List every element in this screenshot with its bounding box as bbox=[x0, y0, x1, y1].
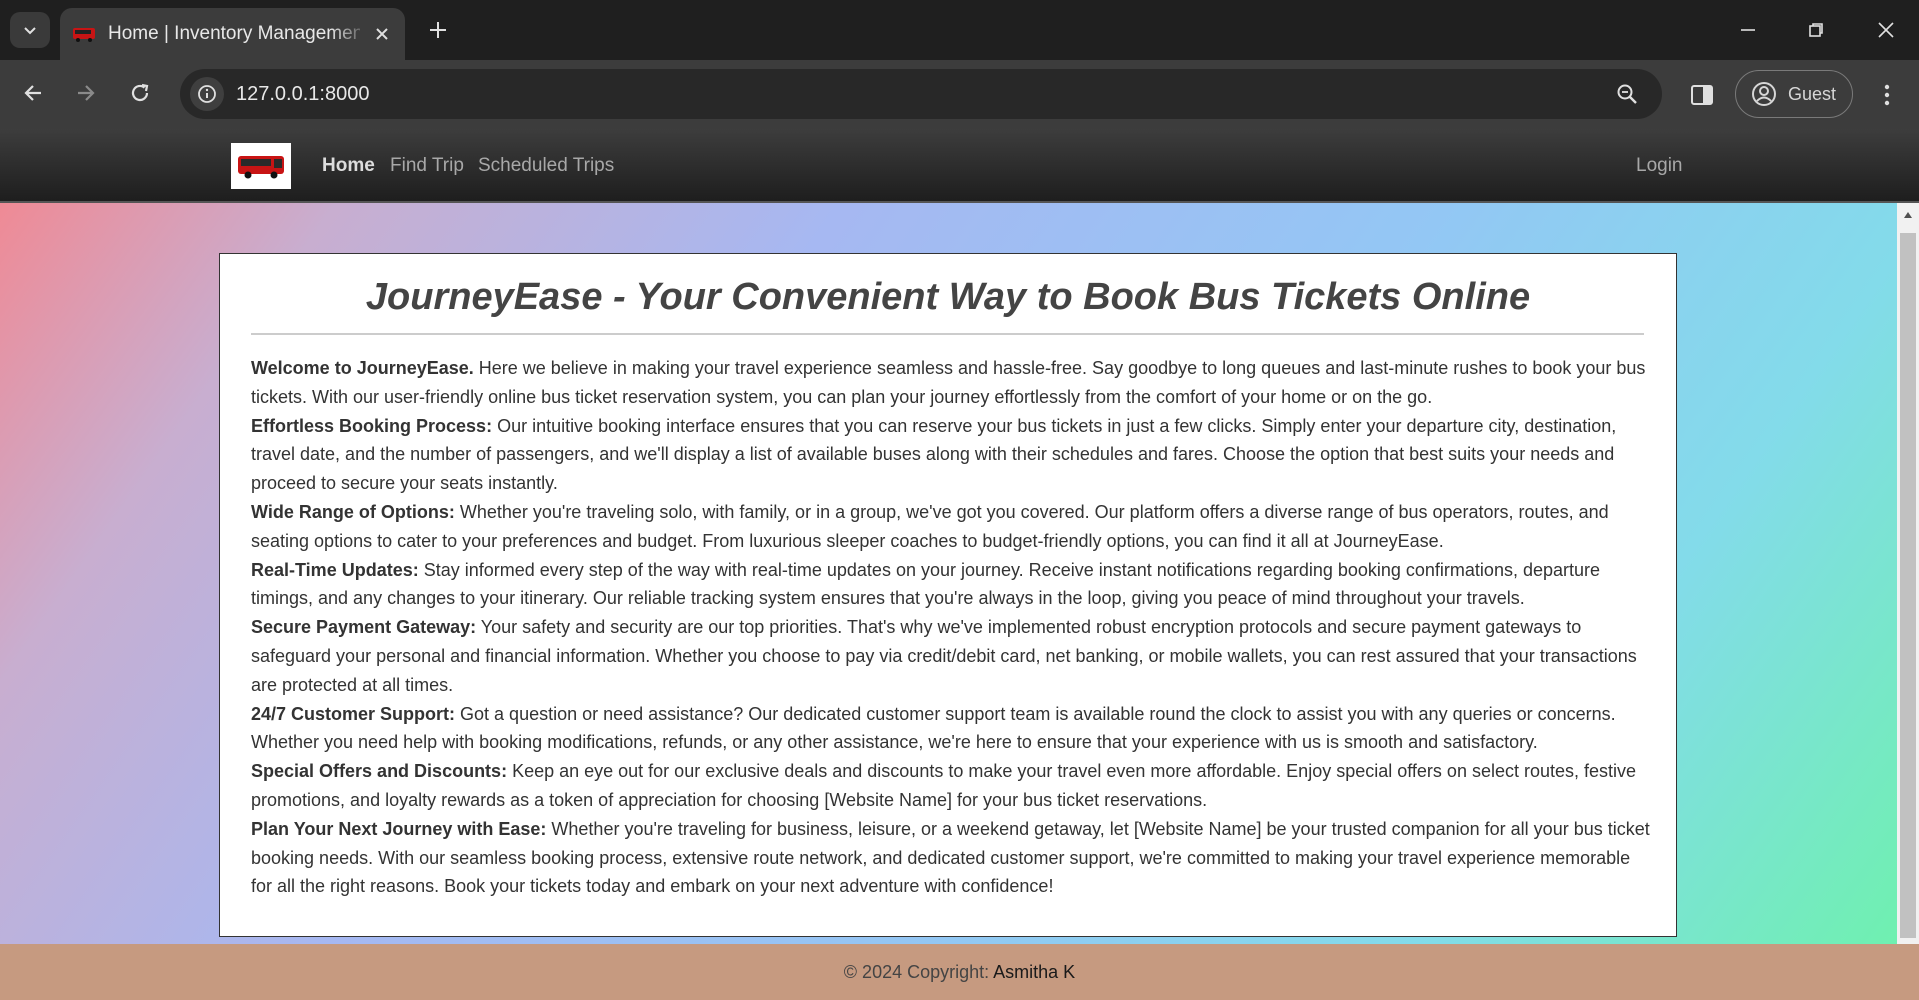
address-bar[interactable]: 127.0.0.1:8000 bbox=[180, 69, 1662, 119]
headline-divider bbox=[251, 333, 1644, 335]
forward-button[interactable] bbox=[66, 73, 106, 113]
arrow-right-icon bbox=[78, 85, 95, 101]
plus-icon bbox=[430, 22, 446, 38]
bus-logo[interactable] bbox=[231, 143, 291, 189]
content-card: JourneyEase - Your Convenient Way to Boo… bbox=[219, 253, 1677, 937]
page-scrollbar[interactable] bbox=[1897, 203, 1919, 944]
tab-title-fade bbox=[330, 18, 370, 48]
browser-tab[interactable]: Home | Inventory Management bbox=[60, 8, 405, 60]
zoom-button[interactable] bbox=[1612, 79, 1642, 109]
info-icon bbox=[198, 85, 216, 103]
profile-label: Guest bbox=[1788, 83, 1837, 104]
section-title: Welcome to JourneyEase. bbox=[251, 358, 474, 378]
side-panel-icon bbox=[1691, 85, 1713, 105]
section-title: Secure Payment Gateway: bbox=[251, 617, 477, 638]
scroll-thumb[interactable] bbox=[1900, 233, 1916, 938]
restore-button[interactable] bbox=[1796, 10, 1836, 50]
tab-search-button[interactable] bbox=[10, 12, 50, 48]
restore-icon bbox=[1809, 23, 1823, 37]
section-booking: Effortless Booking Process: Our intuitiv… bbox=[251, 412, 1651, 498]
footer-author-link[interactable]: Asmitha K bbox=[993, 962, 1075, 982]
content-body: Welcome to JourneyEase. Here we believe … bbox=[251, 354, 1651, 901]
browser-menu-button[interactable] bbox=[1870, 78, 1904, 112]
section-title: Special Offers and Discounts: bbox=[251, 761, 508, 782]
section-title: 24/7 Customer Support: bbox=[251, 703, 456, 724]
tab-title: Home | Inventory Management bbox=[108, 23, 360, 44]
browser-toolbar: 127.0.0.1:8000 Guest bbox=[0, 60, 1919, 129]
section-text: Stay informed every step of the way with… bbox=[251, 559, 1601, 609]
back-button[interactable] bbox=[13, 73, 53, 113]
minimize-icon bbox=[1741, 29, 1755, 31]
triangle-up-icon bbox=[1904, 212, 1912, 218]
page-headline: JourneyEase - Your Convenient Way to Boo… bbox=[365, 276, 1531, 318]
reload-button[interactable] bbox=[120, 73, 160, 113]
site-info-button[interactable] bbox=[190, 77, 224, 111]
section-title: Plan Your Next Journey with Ease: bbox=[251, 818, 547, 839]
section-welcome: Welcome to JourneyEase. Here we believe … bbox=[251, 354, 1651, 412]
new-tab-button[interactable] bbox=[422, 14, 454, 46]
profile-button[interactable]: Guest bbox=[1735, 70, 1853, 118]
more-vertical-icon bbox=[1884, 84, 1890, 106]
section-text: Whether you're traveling solo, with fami… bbox=[251, 501, 1609, 551]
scroll-up-button[interactable] bbox=[1897, 203, 1919, 227]
close-window-button[interactable] bbox=[1866, 10, 1906, 50]
footer-copyright: © 2024 Copyright: bbox=[843, 962, 994, 982]
nav-login-link[interactable]: Login bbox=[1636, 153, 1683, 179]
close-icon bbox=[1878, 22, 1894, 38]
bus-favicon-icon bbox=[73, 28, 95, 42]
account-circle-icon bbox=[1750, 80, 1778, 108]
section-title: Effortless Booking Process: bbox=[251, 415, 493, 436]
arrow-left-icon bbox=[24, 85, 41, 101]
tab-close-button[interactable] bbox=[368, 20, 396, 48]
section-title: Wide Range of Options: bbox=[251, 501, 455, 522]
nav-find-trip-link[interactable]: Find Trip bbox=[390, 153, 464, 179]
minimize-button[interactable] bbox=[1728, 10, 1768, 50]
close-icon bbox=[376, 28, 388, 40]
site-navbar: Home Find Trip Scheduled Trips Login bbox=[0, 129, 1919, 203]
page-body: JourneyEase - Your Convenient Way to Boo… bbox=[0, 203, 1897, 944]
section-offers: Special Offers and Discounts: Keep an ey… bbox=[251, 757, 1651, 815]
url-text[interactable]: 127.0.0.1:8000 bbox=[236, 81, 369, 107]
section-title: Real-Time Updates: bbox=[251, 559, 419, 580]
nav-home-link[interactable]: Home bbox=[322, 153, 375, 179]
section-updates: Real-Time Updates: Stay informed every s… bbox=[251, 556, 1651, 614]
zoom-icon bbox=[1617, 84, 1637, 104]
bus-logo-icon bbox=[238, 156, 284, 179]
chevron-down-icon bbox=[24, 27, 36, 35]
site-footer: © 2024 Copyright: Asmitha K bbox=[0, 944, 1919, 1000]
nav-scheduled-trips-link[interactable]: Scheduled Trips bbox=[478, 153, 614, 179]
section-support: 24/7 Customer Support: Got a question or… bbox=[251, 700, 1651, 758]
reload-icon bbox=[131, 83, 149, 102]
side-panel-button[interactable] bbox=[1682, 80, 1722, 110]
section-plan: Plan Your Next Journey with Ease: Whethe… bbox=[251, 815, 1651, 901]
section-options: Wide Range of Options: Whether you're tr… bbox=[251, 498, 1651, 556]
section-payment: Secure Payment Gateway: Your safety and … bbox=[251, 613, 1651, 699]
section-text: Got a question or need assistance? Our d… bbox=[251, 703, 1616, 753]
browser-tab-bar: Home | Inventory Management bbox=[0, 0, 1919, 60]
